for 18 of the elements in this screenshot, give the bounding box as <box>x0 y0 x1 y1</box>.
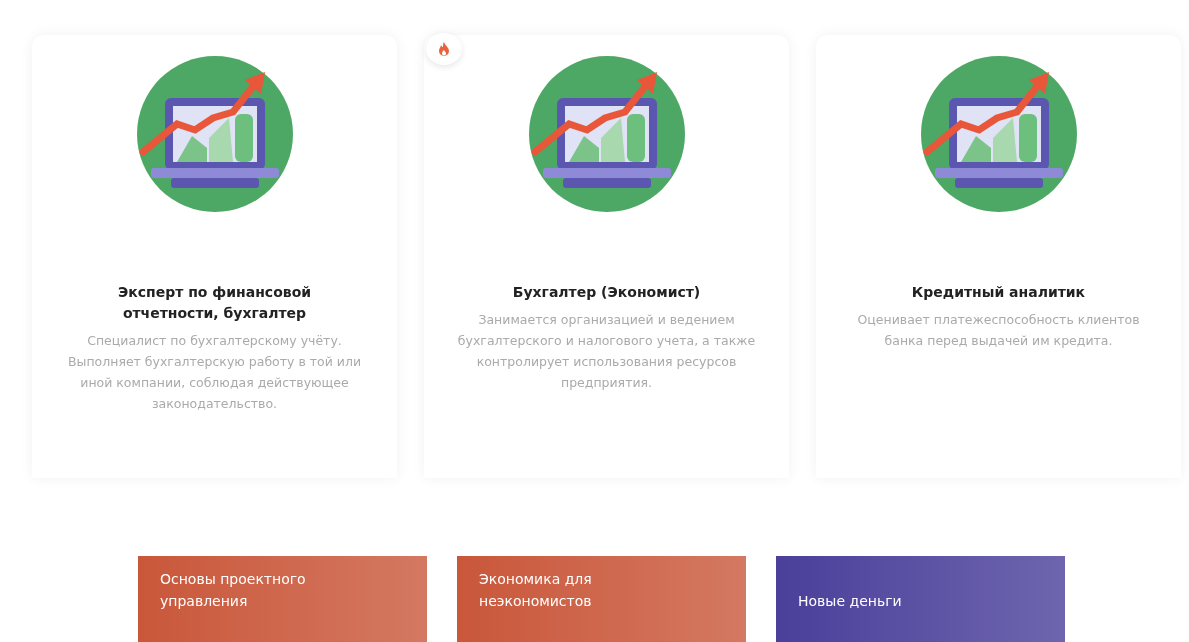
course-tile[interactable]: Новые деньги <box>776 556 1065 642</box>
laptop-growth-chart-icon <box>528 56 685 212</box>
profession-card[interactable]: Эксперт по финансовой отчетности, бухгалтер Специалист по бухгалтерскому учёту. Выполняет бухгалтерскую работу в той или иной компании, соблюдая действующее законодательство. <box>32 35 397 478</box>
course-title: Экономика для неэкономистов <box>479 570 593 611</box>
course-title: Новые деньги <box>798 592 903 611</box>
profession-card[interactable]: Бухгалтер (Экономист) Занимается организацией и ведением бухгалтерского и налогового учета, а также контролирует использования ресурсов предприятия. <box>424 35 789 478</box>
laptop-growth-chart-icon <box>920 56 1077 212</box>
profession-description: Занимается организацией и ведением бухгалтерского и налогового учета, а также контролирует использования ресурсов предприятия. <box>456 311 757 392</box>
profession-card[interactable]: Кредитный аналитик Оценивает платежеспособность клиентов банка перед выдачей им кредита. <box>816 35 1181 478</box>
laptop-growth-chart-icon <box>136 56 293 212</box>
course-title: Основы проектного управления <box>160 570 307 611</box>
profession-title: Кредитный аналитик <box>910 283 1087 302</box>
profession-description: Специалист по бухгалтерскому учёту. Выполняет бухгалтерскую работу в той или иной компании, соблюдая действующее законодательство. <box>66 332 362 413</box>
course-tile[interactable]: Основы проектного управления <box>138 556 427 642</box>
profession-description: Оценивает платежеспособность клиентов банка перед выдачей им кредита. <box>856 311 1141 350</box>
profession-title: Бухгалтер (Экономист) <box>511 283 702 302</box>
course-tile[interactable]: Экономика для неэкономистов <box>457 556 746 642</box>
profession-title: Эксперт по финансовой отчетности, бухгалтер <box>116 283 313 323</box>
